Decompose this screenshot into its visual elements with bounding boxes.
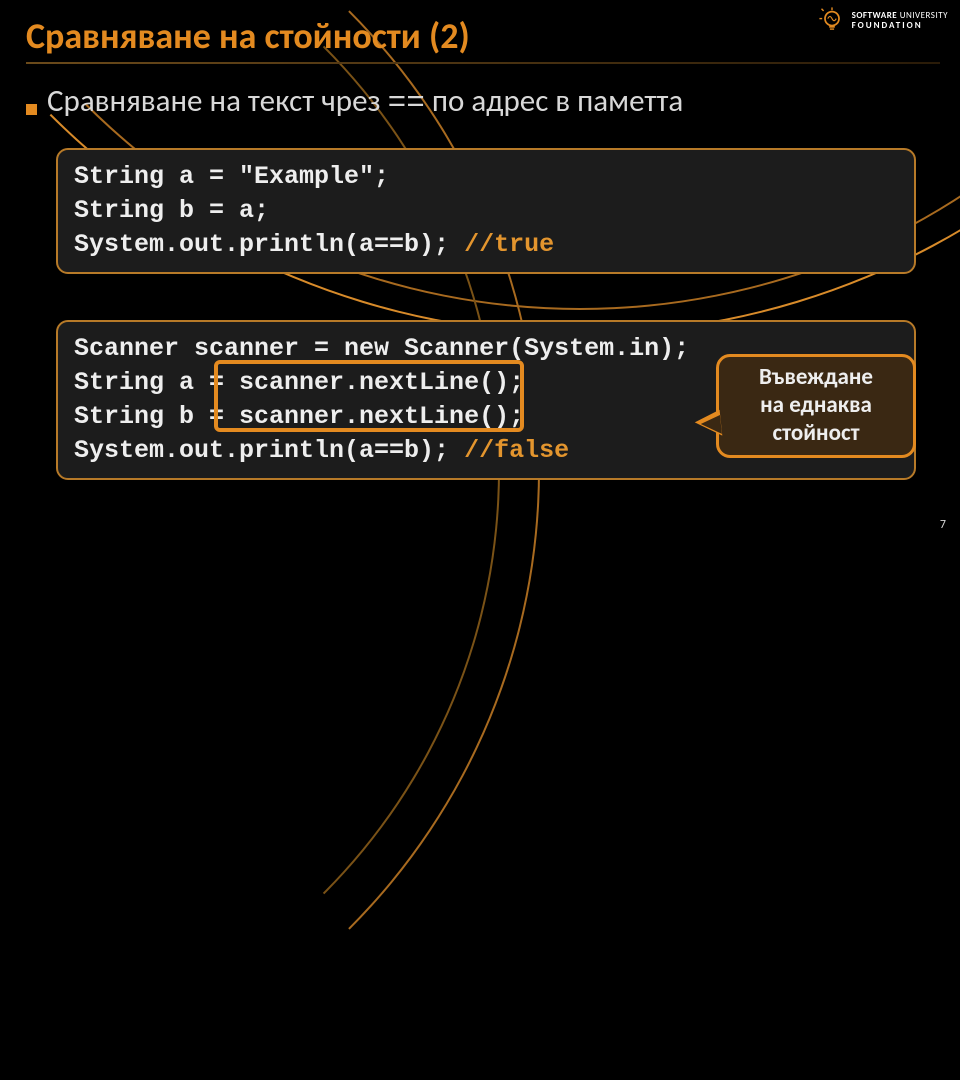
code-line: String a = "Example";: [74, 160, 898, 194]
bullet-text-pre: Сравняване на текст чрез: [47, 82, 388, 120]
lightbulb-icon: [818, 6, 846, 34]
logo-text-line1: SOFTWARE UNIVERSITY: [852, 11, 948, 20]
code-line: String b = a;: [74, 194, 898, 228]
code-line: System.out.println(a==b); //true: [74, 228, 898, 262]
page-number: 7: [940, 518, 946, 532]
logo: SOFTWARE UNIVERSITY FOUNDATION: [818, 6, 948, 34]
callout-line: Въвеждане: [727, 363, 905, 391]
bullet-item: Сравняване на текст чрез == по адрес в п…: [26, 82, 683, 121]
bullet-square-icon: [26, 104, 37, 115]
callout-line: на еднаква: [727, 391, 905, 419]
callout-line: стойност: [727, 419, 905, 447]
code-comment: //false: [464, 436, 569, 465]
code-block-1: String a = "Example"; String b = a; Syst…: [56, 148, 916, 274]
callout-bubble: Въвеждане на еднаква стойност: [716, 354, 916, 458]
code-comment: //true: [464, 230, 554, 259]
logo-text-line2: FOUNDATION: [852, 21, 948, 30]
bullet-text-post: по адрес в паметта: [425, 82, 683, 120]
slide-title: Сравняване на стойности (2): [26, 14, 470, 58]
title-rule: [26, 62, 940, 64]
bullet-text-mono: ==: [388, 86, 425, 121]
